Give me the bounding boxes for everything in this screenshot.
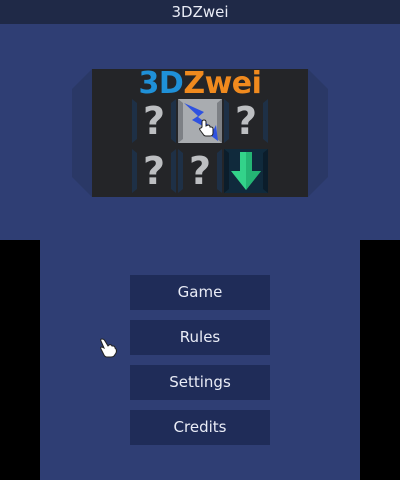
game-button[interactable]: Game [130, 275, 270, 310]
rules-button[interactable]: Rules [130, 320, 270, 355]
settings-button[interactable]: Settings [130, 365, 270, 400]
question-mark-icon: ? [234, 99, 258, 143]
question-mark-icon: ? [188, 149, 212, 193]
banner-left-wing [72, 69, 92, 197]
title-banner: 3DZwei ? ? ? ? [72, 68, 328, 197]
credits-button[interactable]: Credits [130, 410, 270, 445]
top-screen: 3DZwei 3DZwei ? ? ? ? [0, 0, 400, 240]
tile-hidden[interactable]: ? [224, 99, 268, 143]
logo-part-zwei: Zwei [183, 66, 262, 101]
tile-hidden[interactable]: ? [132, 149, 176, 193]
tile-revealed-arrow[interactable] [224, 149, 268, 193]
logo-part-3d: 3D [138, 66, 184, 101]
down-arrow-icon [231, 152, 261, 190]
banner-panel: 3DZwei ? ? ? ? [92, 68, 308, 197]
tile-hidden[interactable]: ? [132, 99, 176, 143]
tile-hidden[interactable]: ? [178, 149, 222, 193]
question-mark-icon: ? [142, 149, 166, 193]
hand-cursor-icon [199, 119, 214, 137]
game-logo: 3DZwei [92, 68, 308, 100]
banner-right-wing [308, 69, 328, 197]
tile-revealed-lightning[interactable] [178, 99, 222, 143]
title-bar: 3DZwei [0, 0, 400, 24]
pointer-hand-icon [100, 338, 117, 358]
bottom-screen: Game Rules Settings Credits [40, 240, 360, 480]
question-mark-icon: ? [142, 99, 166, 143]
